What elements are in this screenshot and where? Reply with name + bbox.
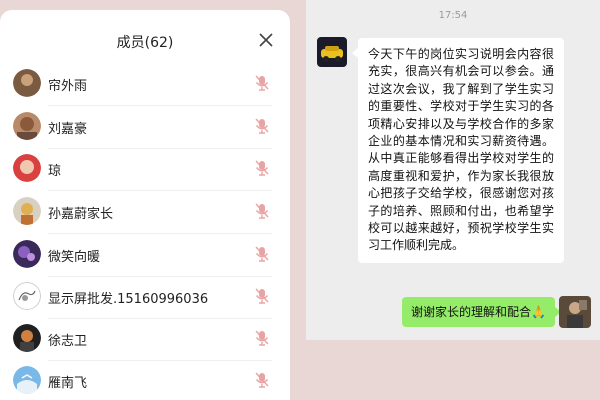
mic-muted-icon[interactable]	[252, 370, 272, 390]
member-name: 雁南飞	[48, 376, 88, 391]
member-panel-header: 成员(62)	[0, 10, 290, 70]
divider	[48, 190, 272, 191]
avatar	[13, 324, 41, 352]
mic-muted-icon[interactable]	[252, 116, 272, 136]
mic-muted-icon[interactable]	[252, 328, 272, 348]
member-name: 孙嘉蔚家长	[48, 207, 114, 222]
close-icon[interactable]	[258, 32, 274, 48]
avatar	[13, 197, 41, 225]
member-name: 微笑向暖	[48, 250, 101, 265]
my-avatar[interactable]	[559, 296, 591, 328]
member-row[interactable]: 刘嘉豪	[0, 107, 290, 149]
avatar	[13, 240, 41, 268]
avatar	[13, 282, 41, 310]
mic-muted-icon[interactable]	[252, 244, 272, 264]
member-panel: 成员(62) 帘外雨 刘嘉豪 琼 孙嘉蔚家长 微笑向暖 显示屏批发.151609…	[0, 10, 290, 400]
member-row[interactable]: 雁南飞	[0, 361, 290, 400]
mic-muted-icon[interactable]	[252, 158, 272, 178]
mic-muted-icon[interactable]	[252, 201, 272, 221]
member-row[interactable]: 徐志卫	[0, 319, 290, 361]
incoming-message-bubble[interactable]: 今天下午的岗位实习说明会内容很充实，很高兴有机会可以参会。通过这次会议，我了解到…	[352, 38, 564, 263]
member-row[interactable]: 帘外雨	[0, 64, 290, 106]
avatar	[13, 112, 41, 140]
sender-avatar[interactable]	[317, 37, 347, 67]
member-name: 刘嘉豪	[48, 122, 88, 137]
avatar	[13, 154, 41, 182]
member-name: 帘外雨	[48, 79, 88, 94]
divider	[48, 105, 272, 106]
avatar	[13, 69, 41, 97]
outgoing-message-bubble[interactable]: 谢谢家长的理解和配合🙏	[402, 297, 561, 327]
message-timestamp: 17:54	[438, 10, 468, 21]
member-row[interactable]: 孙嘉蔚家长	[0, 192, 290, 234]
member-name: 徐志卫	[48, 334, 88, 349]
avatar	[13, 366, 41, 394]
member-row[interactable]: 微笑向暖	[0, 235, 290, 277]
mic-muted-icon[interactable]	[252, 73, 272, 93]
member-row[interactable]: 琼	[0, 149, 290, 191]
member-panel-title: 成员(62)	[116, 35, 174, 51]
member-name: 显示屏批发.15160996036	[48, 292, 209, 307]
member-name: 琼	[48, 164, 62, 179]
chat-area: 17:54 今天下午的岗位实习说明会内容很充实，很高兴有机会可以参会。通过这次会…	[306, 0, 600, 340]
mic-muted-icon[interactable]	[252, 286, 272, 306]
divider	[48, 233, 272, 234]
member-row[interactable]: 显示屏批发.15160996036	[0, 277, 290, 319]
